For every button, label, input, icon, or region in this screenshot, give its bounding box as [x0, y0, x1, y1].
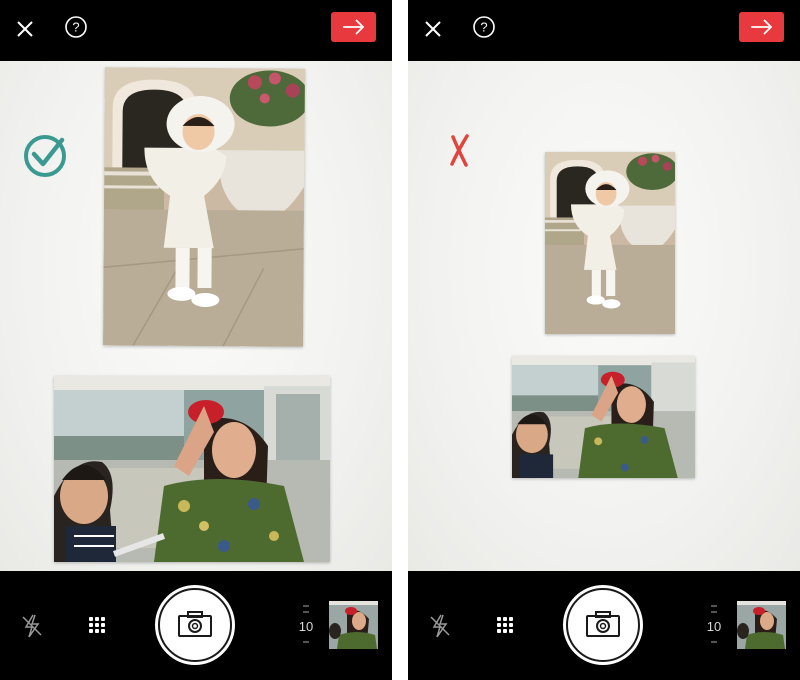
counter-tick: [303, 611, 309, 613]
last-capture-thumbnail[interactable]: [737, 601, 786, 649]
arrow-right-icon: [343, 19, 365, 35]
grid-toggle[interactable]: [87, 615, 107, 635]
flash-off-icon: [430, 614, 450, 638]
photo-toddler: [103, 67, 305, 347]
next-button[interactable]: [331, 12, 376, 42]
help-icon: ?: [473, 16, 495, 38]
svg-text:?: ?: [72, 20, 79, 35]
thumbnail-image: [737, 601, 786, 649]
top-bar: ?: [408, 0, 800, 61]
camera-icon: [586, 611, 620, 637]
check-circle-icon: [24, 135, 66, 177]
flash-off-icon: [22, 614, 42, 638]
counter-tick: [303, 605, 309, 607]
thumbnail-image: [329, 601, 378, 649]
close-button[interactable]: [422, 18, 444, 40]
counter-value: 10: [298, 619, 314, 634]
photo-toddler-image: [545, 152, 675, 334]
counter-tick: [303, 641, 309, 643]
counter-tick: [711, 605, 717, 607]
camera-viewport: [0, 61, 392, 571]
flash-toggle[interactable]: [20, 613, 44, 639]
arrow-right-icon: [751, 19, 773, 35]
svg-text:?: ?: [480, 20, 487, 35]
counter-tick: [711, 641, 717, 643]
screen-left: ? 10: [0, 0, 392, 680]
next-button[interactable]: [739, 12, 784, 42]
camera-viewport: [408, 61, 800, 571]
photo-car-image: [54, 376, 330, 562]
photo-toddler: [545, 152, 675, 334]
counter-tick: [711, 611, 717, 613]
x-mark-icon: [450, 134, 469, 167]
help-button[interactable]: ?: [472, 15, 496, 39]
last-capture-thumbnail[interactable]: [329, 601, 378, 649]
flash-toggle[interactable]: [428, 613, 452, 639]
camera-icon: [178, 611, 212, 637]
shutter-button[interactable]: [563, 585, 643, 665]
counter-value: 10: [706, 619, 722, 634]
photo-toddler-image: [103, 67, 305, 347]
top-bar: ?: [0, 0, 392, 61]
photo-car: [54, 376, 330, 562]
photo-car-image: [512, 356, 695, 478]
help-button[interactable]: ?: [64, 15, 88, 39]
close-icon: [425, 21, 441, 37]
capture-counter[interactable]: 10: [701, 601, 727, 651]
bottom-bar: 10: [408, 571, 800, 680]
photo-car: [512, 356, 695, 478]
close-icon: [17, 21, 33, 37]
grid-toggle[interactable]: [495, 615, 515, 635]
close-button[interactable]: [14, 18, 36, 40]
capture-counter[interactable]: 10: [293, 601, 319, 651]
bottom-bar: 10: [0, 571, 392, 680]
shutter-button[interactable]: [155, 585, 235, 665]
help-icon: ?: [65, 16, 87, 38]
screen-right: ? 10: [408, 0, 800, 680]
